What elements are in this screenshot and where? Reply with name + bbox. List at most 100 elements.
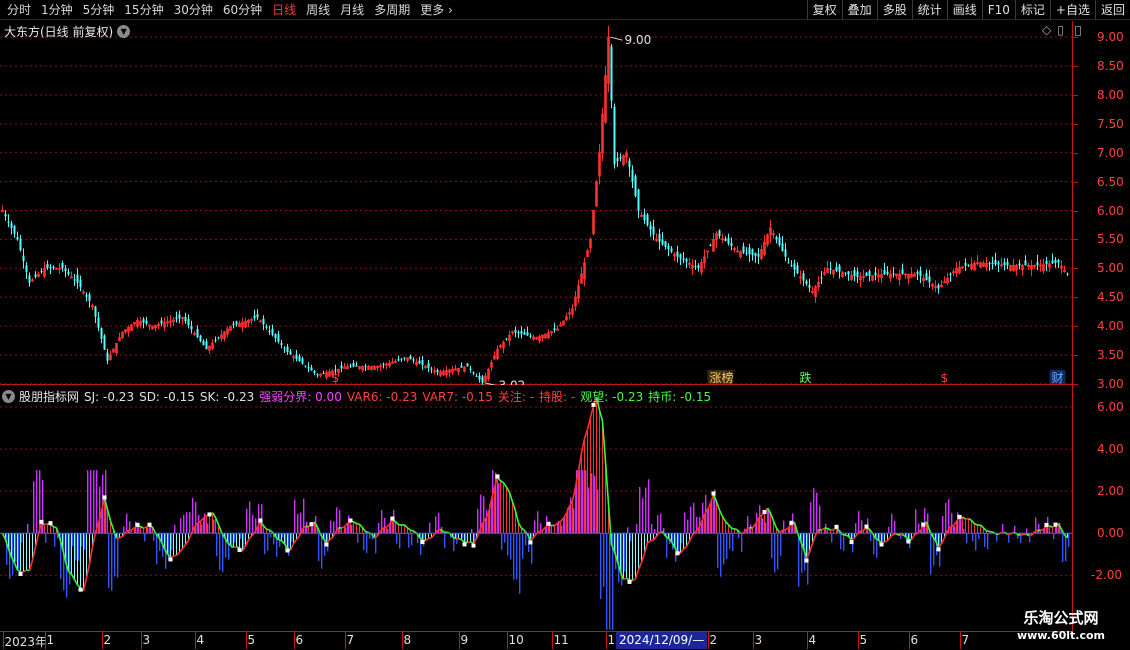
candle (118, 332, 121, 342)
period-tab-3[interactable]: 15分钟 (119, 0, 168, 20)
candle (184, 312, 187, 324)
candle (178, 310, 181, 324)
candle (1057, 258, 1060, 268)
indicator-chart[interactable] (0, 386, 1072, 630)
candle (625, 149, 628, 164)
curve-segment (233, 545, 237, 549)
candle (991, 256, 994, 270)
period-tab-10[interactable]: 更多 › (415, 0, 458, 20)
event-marker-dollar-2[interactable]: $ (941, 371, 949, 385)
period-tab-2[interactable]: 5分钟 (78, 0, 120, 20)
event-marker-cai[interactable]: 财 (1052, 371, 1064, 385)
curve-segment (731, 527, 735, 530)
candle (577, 279, 580, 304)
candle (925, 269, 928, 281)
indicator-value-5: VAR7: -0.15 (422, 389, 493, 404)
event-marker-dollar-1[interactable]: $ (332, 371, 340, 385)
signal-dot (78, 587, 83, 592)
date-label: 10 (508, 633, 524, 647)
tool-button-0[interactable]: 复权 (806, 0, 842, 20)
period-tab-0[interactable]: 分时 (2, 0, 36, 20)
period-tab-7[interactable]: 周线 (301, 0, 335, 20)
candle (601, 108, 604, 162)
square-icon[interactable]: ▯ (1057, 23, 1064, 37)
candle (691, 259, 694, 276)
candle (1006, 258, 1009, 270)
tool-button-3[interactable]: 统计 (911, 0, 947, 20)
candle (784, 242, 787, 262)
tool-button-2[interactable]: 多股 (876, 0, 912, 20)
period-tab-5[interactable]: 60分钟 (218, 0, 267, 20)
tool-button-4[interactable]: 画线 (946, 0, 982, 20)
event-marker-zhangbang[interactable]: 涨榜 (710, 370, 734, 385)
curve-segment (539, 529, 543, 533)
signal-dot (471, 543, 476, 548)
indicator-panel[interactable]: ▼ 股朋指标网 SJ: -0.23 SD: -0.15 SK: -0.23 强弱分界:… (0, 386, 1072, 630)
indicator-dropdown-icon[interactable]: ▼ (2, 390, 15, 403)
candle (148, 324, 151, 331)
candle (295, 349, 298, 362)
tool-button-8[interactable]: 返回 (1094, 0, 1130, 20)
high-price-label: 9.00 (625, 33, 652, 47)
candle (901, 263, 904, 275)
date-label: 9 (460, 633, 469, 647)
price-chart-panel[interactable]: 大东方(日线 前复权) ▼ ◇ ▯ 9.00 3.02 $ 涨榜 跌 $ 财 (0, 21, 1072, 385)
period-tab-9[interactable]: 多周期 (369, 0, 415, 20)
candle (988, 261, 991, 271)
period-tab-6[interactable]: 日线 (267, 0, 301, 20)
candle (676, 245, 679, 263)
y-axis-column: 9.00 8.50 8.00 7.50 7.00 6.50 6.00 5.50 5.00 4.50… (1072, 21, 1130, 631)
candle (70, 271, 73, 279)
tool-button-1[interactable]: 叠加 (841, 0, 877, 20)
diamond-icon[interactable]: ◇ (1042, 23, 1051, 37)
period-tab-4[interactable]: 30分钟 (169, 0, 218, 20)
period-tab-8[interactable]: 月线 (335, 0, 369, 20)
date-label: 5 (247, 633, 256, 647)
price-axis-tick (1073, 383, 1078, 385)
candle (430, 366, 433, 374)
candle (700, 258, 703, 276)
candle (40, 268, 43, 274)
curve-segment (734, 528, 738, 531)
indicator-value-0: SJ: -0.23 (84, 389, 135, 404)
candle (610, 43, 613, 109)
candle (250, 317, 253, 325)
candle (52, 265, 55, 270)
candle (763, 235, 766, 257)
candle (619, 153, 622, 162)
candle (916, 270, 919, 280)
chart-toolbar: 分时 1分钟 5分钟 15分钟 30分钟 60分钟 日线 周线 月线 多周期 更多 › 复权 叠加 多股… (0, 0, 1130, 20)
tool-button-6[interactable]: 标记 (1014, 0, 1050, 20)
candle (940, 279, 943, 288)
period-tabs: 分时 1分钟 5分钟 15分钟 30分钟 60分钟 日线 周线 月线 多周期 更多 › (2, 0, 458, 20)
tool-button-5[interactable]: F10 (981, 0, 1015, 20)
candle (982, 260, 985, 267)
curve-segment (428, 537, 432, 540)
candle (793, 259, 796, 277)
chevron-right-icon: › (444, 3, 453, 17)
candle (289, 349, 292, 355)
period-tab-1[interactable]: 1分钟 (36, 0, 78, 20)
axis-scroll-handle[interactable] (1075, 26, 1081, 36)
indicator-value-1: SD: -0.15 (139, 389, 195, 404)
indicator-value-2: SK: -0.23 (199, 389, 255, 404)
candle (736, 246, 739, 253)
candle (682, 252, 685, 264)
title-dropdown-icon[interactable]: ▼ (117, 25, 131, 38)
candlestick-chart[interactable]: 9.00 3.02 $ 涨榜 跌 $ 财 (0, 21, 1072, 385)
candle (439, 369, 442, 378)
candle (733, 246, 736, 253)
watermark-title: 乐淘公式网 (1023, 609, 1099, 627)
curve-segment (236, 546, 240, 549)
candle (382, 362, 385, 369)
signal-dot (207, 512, 212, 517)
candle (751, 248, 754, 261)
candle (475, 373, 478, 377)
tool-button-7[interactable]: +自选 (1049, 0, 1095, 20)
candle (658, 228, 661, 250)
signal-dot (675, 551, 680, 556)
candle (16, 231, 19, 241)
event-marker-die[interactable]: 跌 (800, 370, 812, 385)
candle (787, 257, 790, 264)
candle (742, 242, 745, 255)
